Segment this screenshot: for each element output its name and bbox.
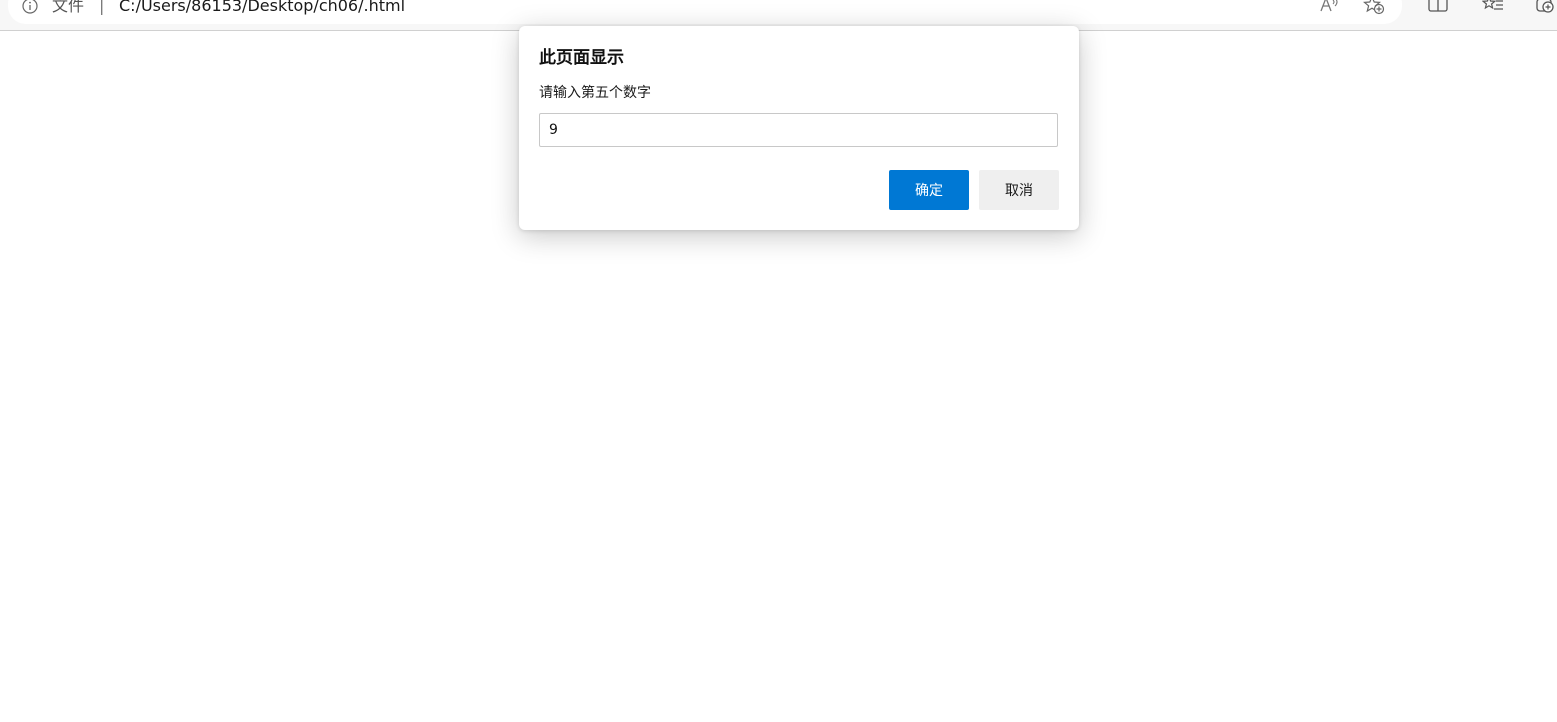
cancel-button[interactable]: 取消	[979, 170, 1059, 210]
favorites-icon[interactable]	[1481, 0, 1504, 15]
add-favorite-icon[interactable]	[1362, 0, 1385, 15]
dialog-title: 此页面显示	[539, 48, 624, 68]
prompt-input[interactable]	[539, 113, 1058, 147]
ok-button[interactable]: 确定	[889, 170, 969, 210]
scheme-label: 文件	[52, 0, 85, 15]
url-separator: |	[99, 0, 105, 15]
dialog-message: 请输入第五个数字	[539, 85, 651, 101]
url-text[interactable]: C:/Users/86153/Desktop/ch06/.html	[119, 0, 405, 16]
split-screen-icon[interactable]	[1427, 0, 1449, 15]
collections-icon[interactable]	[1535, 0, 1557, 15]
read-aloud-icon[interactable]	[1318, 0, 1340, 15]
prompt-dialog: 此页面显示 请输入第五个数字 确定 取消	[519, 26, 1079, 230]
info-icon[interactable]	[22, 0, 38, 14]
